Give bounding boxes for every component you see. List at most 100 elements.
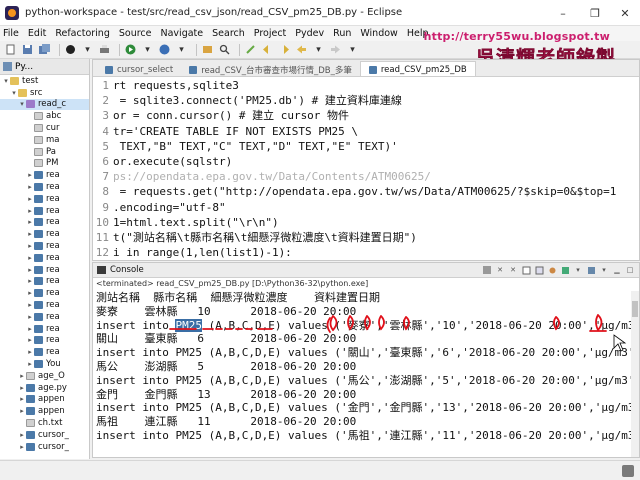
menu-edit[interactable]: Edit xyxy=(28,28,46,39)
open-type-icon[interactable] xyxy=(201,43,214,56)
tree-item[interactable]: ▸ rea xyxy=(0,346,89,358)
menu-project[interactable]: Project xyxy=(254,28,287,39)
console-scrollbar[interactable] xyxy=(631,291,639,457)
tree-item[interactable]: ▸ cursor_ xyxy=(0,441,89,453)
collapsed-arrow-icon[interactable]: ▸ xyxy=(26,277,34,285)
collapsed-arrow-icon[interactable]: ▸ xyxy=(26,183,34,191)
collapsed-arrow-icon[interactable]: ▸ xyxy=(18,372,26,380)
run-icon[interactable] xyxy=(124,43,137,56)
collapsed-arrow-icon[interactable]: ▸ xyxy=(18,395,26,403)
collapsed-arrow-icon[interactable]: ▸ xyxy=(18,431,26,439)
dropdown-arrow-icon[interactable]: ▾ xyxy=(81,43,94,56)
collapsed-arrow-icon[interactable]: ▸ xyxy=(26,218,34,226)
tree-item[interactable]: ▸ rea xyxy=(0,169,89,181)
menu-run[interactable]: Run xyxy=(333,28,351,39)
tree-item[interactable]: ▸ rea xyxy=(0,299,89,311)
console-tab[interactable]: Console xyxy=(97,265,144,275)
menu-navigate[interactable]: Navigate xyxy=(161,28,204,39)
tree-item[interactable]: ▸ rea xyxy=(0,264,89,276)
terminate-icon[interactable] xyxy=(482,265,492,275)
tree-item[interactable]: ▾ test xyxy=(0,75,89,87)
status-icon[interactable] xyxy=(622,465,634,477)
forward-icon[interactable] xyxy=(329,43,342,56)
dropdown-arrow-icon[interactable]: ▾ xyxy=(573,265,583,275)
dropdown-arrow-icon[interactable]: ▾ xyxy=(141,43,154,56)
menu-window[interactable]: Window xyxy=(360,28,397,39)
open-console-icon[interactable] xyxy=(586,265,596,275)
collapsed-arrow-icon[interactable]: ▸ xyxy=(26,171,34,179)
expanded-arrow-icon[interactable]: ▾ xyxy=(2,77,10,85)
tree-item[interactable]: ▸ appen xyxy=(0,405,89,417)
save-all-icon[interactable] xyxy=(38,43,51,56)
tree-item[interactable]: ma xyxy=(0,134,89,146)
dropdown-arrow-icon[interactable]: ▾ xyxy=(312,43,325,56)
dropdown-arrow-icon[interactable]: ▾ xyxy=(599,265,609,275)
collapsed-arrow-icon[interactable]: ▸ xyxy=(26,266,34,274)
scroll-lock-icon[interactable] xyxy=(534,265,544,275)
menu-file[interactable]: File xyxy=(3,28,19,39)
collapsed-arrow-icon[interactable]: ▸ xyxy=(26,336,34,344)
tree-item[interactable]: ▾ read_c xyxy=(0,98,89,111)
collapsed-arrow-icon[interactable]: ▸ xyxy=(26,301,34,309)
next-annotation-icon[interactable] xyxy=(278,43,291,56)
remove-all-icon[interactable]: ✕ xyxy=(508,265,518,275)
collapsed-arrow-icon[interactable]: ▸ xyxy=(18,407,26,415)
dropdown-arrow-icon[interactable]: ▾ xyxy=(175,43,188,56)
tree-item[interactable]: ch.txt xyxy=(0,417,89,429)
console-output[interactable]: 測站名稱 縣市名稱 細懸浮微粒濃度 資料建置日期 麥寮 雲林縣 10 2018-0… xyxy=(93,291,631,457)
expanded-arrow-icon[interactable]: ▾ xyxy=(10,89,18,97)
minimize-button[interactable]: – xyxy=(548,0,578,26)
save-icon[interactable] xyxy=(21,43,34,56)
maximize-button[interactable]: ❐ xyxy=(580,0,610,26)
menu-refactoring[interactable]: Refactoring xyxy=(55,28,110,39)
minimize-view-icon[interactable]: ▁ xyxy=(612,265,622,275)
collapsed-arrow-icon[interactable]: ▸ xyxy=(26,289,34,297)
collapsed-arrow-icon[interactable]: ▸ xyxy=(26,254,34,262)
toggle-mark-icon[interactable] xyxy=(244,43,257,56)
tree-item[interactable]: ▸ rea xyxy=(0,193,89,205)
collapsed-arrow-icon[interactable]: ▸ xyxy=(26,348,34,356)
tree-item[interactable]: ▸ rea xyxy=(0,323,89,335)
tree-item[interactable]: PM xyxy=(0,158,89,170)
dropdown-arrow-icon[interactable]: ▾ xyxy=(346,43,359,56)
remove-launch-icon[interactable]: ✕ xyxy=(495,265,505,275)
collapsed-arrow-icon[interactable]: ▸ xyxy=(26,325,34,333)
menu-search[interactable]: Search xyxy=(212,28,245,39)
clear-console-icon[interactable] xyxy=(521,265,531,275)
tree-item[interactable]: ▸ rea xyxy=(0,335,89,347)
tree-item[interactable]: ▸ You xyxy=(0,358,89,370)
tree-item[interactable]: Pa xyxy=(0,146,89,158)
previous-annotation-icon[interactable] xyxy=(261,43,274,56)
tree-item[interactable]: ▸ cursor_ xyxy=(0,429,89,441)
back-icon[interactable] xyxy=(295,43,308,56)
editor-tab[interactable]: read_CSV_pm25_DB xyxy=(359,61,476,76)
close-button[interactable]: ✕ xyxy=(610,0,640,26)
maximize-view-icon[interactable]: □ xyxy=(625,265,635,275)
tree-item[interactable]: ▸ age_O xyxy=(0,370,89,382)
tree-item[interactable]: ▸ appen xyxy=(0,394,89,406)
pin-console-icon[interactable] xyxy=(547,265,557,275)
tree-item[interactable]: abc xyxy=(0,110,89,122)
menu-pydev[interactable]: Pydev xyxy=(295,28,324,39)
tree-item[interactable]: ▸ rea xyxy=(0,228,89,240)
collapsed-arrow-icon[interactable]: ▸ xyxy=(26,195,34,203)
tree-item[interactable]: cur xyxy=(0,122,89,134)
collapsed-arrow-icon[interactable]: ▸ xyxy=(26,230,34,238)
expanded-arrow-icon[interactable]: ▾ xyxy=(18,100,26,108)
tree-item[interactable]: ▸ rea xyxy=(0,240,89,252)
tree-item[interactable]: ▸ rea xyxy=(0,217,89,229)
tree-item[interactable]: ▸ rea xyxy=(0,287,89,299)
editor-tab[interactable]: read_CSV_台市審查市場行情_DB_多筆 xyxy=(181,61,360,76)
display-console-icon[interactable] xyxy=(560,265,570,275)
menu-source[interactable]: Source xyxy=(119,28,152,39)
code-area[interactable]: 1 rt requests,sqlite3 2 = sqlite3.connect(… xyxy=(93,78,639,260)
collapsed-arrow-icon[interactable]: ▸ xyxy=(26,313,34,321)
debug-icon[interactable] xyxy=(64,43,77,56)
new-file-icon[interactable] xyxy=(4,43,17,56)
collapsed-arrow-icon[interactable]: ▸ xyxy=(26,242,34,250)
print-icon[interactable] xyxy=(98,43,111,56)
tree-item[interactable]: ▸ rea xyxy=(0,276,89,288)
collapsed-arrow-icon[interactable]: ▸ xyxy=(26,360,34,368)
tree-item[interactable]: ▸ rea xyxy=(0,181,89,193)
tree-item[interactable]: ▸ age.py xyxy=(0,382,89,394)
